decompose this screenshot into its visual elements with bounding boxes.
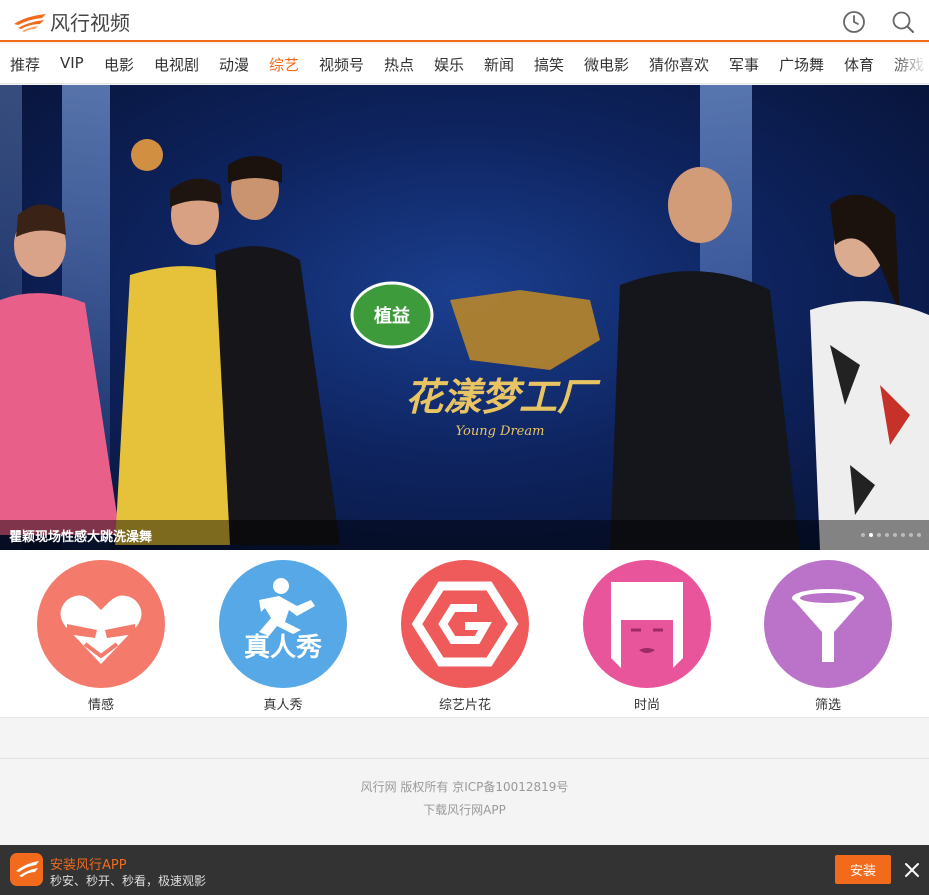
category-fashion[interactable]: 时尚 [577,560,717,713]
nav-item-tuijian[interactable]: 推荐 [10,54,40,75]
heart-hands-icon [37,560,165,688]
nav-item-funny[interactable]: 搞笑 [534,54,564,75]
show-title-text: 花漾梦工厂 [405,375,601,419]
app-bar-subtitle: 秒安、秒开、秒看，极速观影 [50,874,207,888]
category-label: 真人秀 [263,698,303,713]
slide-dot-active[interactable] [869,533,873,537]
slide-dot[interactable] [909,533,913,537]
show-sub-text: Young Dream [456,424,545,439]
nav-item-square-dance[interactable]: 广场舞 [779,54,824,75]
fengxing-logo-icon [14,14,46,32]
category-filter[interactable]: 筛选 [758,560,898,713]
slide-dot[interactable] [901,533,905,537]
search-icon[interactable] [891,10,915,34]
nav-item-anime[interactable]: 动漫 [219,54,249,75]
nav-fade [889,44,929,83]
site-logo[interactable]: 风行视频 [12,8,130,35]
funnel-icon [764,560,892,688]
slide-dot[interactable] [893,533,897,537]
category-reality-show[interactable]: 真人秀 真人秀 [213,560,353,713]
nav-item-movie[interactable]: 电影 [104,54,134,75]
close-icon[interactable] [904,862,920,878]
hexagon-g-icon [401,560,529,688]
app-bar-title: 安装风行APP [50,858,127,873]
nav-item-hot[interactable]: 热点 [384,54,414,75]
logo-text: 风行视频 [50,10,130,35]
category-shortcuts: 情感 真人秀 真人秀 综艺片花 时尚 筛选 [0,550,929,718]
category-emotion[interactable]: 情感 [31,560,171,713]
nav-item-micro-film[interactable]: 微电影 [584,54,629,75]
app-icon [10,853,43,886]
banner-caption-bar: 瞿颖现场性感大跳洗澡舞 [0,520,929,550]
slide-indicator [861,533,921,537]
show-logo-graphic: 植益 花漾梦工厂 Young Dream [350,281,601,439]
nav-item-military[interactable]: 军事 [729,54,759,75]
nav-item-tv-series[interactable]: 电视剧 [154,54,199,75]
download-app-link[interactable]: 下载风行网APP [0,801,929,818]
nav-item-news[interactable]: 新闻 [484,54,514,75]
copyright-text: 风行网 版权所有 京ICP备10012819号 [360,780,569,794]
slide-dot[interactable] [861,533,865,537]
top-header: 风行视频 [0,0,929,42]
woman-face-icon [583,560,711,688]
install-app-bar: 安装风行APP 秒安、秒开、秒看，极速观影 安装 [0,845,929,895]
category-label: 时尚 [633,698,660,713]
nav-item-vip[interactable]: VIP [60,54,84,72]
category-label: 情感 [87,698,114,713]
nav-item-guess-you-like[interactable]: 猜你喜欢 [649,54,709,75]
hero-banner[interactable]: 植益 花漾梦工厂 Young Dream 瞿颖现场性感大跳洗澡舞 [0,85,929,550]
install-button[interactable]: 安装 [835,855,891,884]
category-nav: 推荐 VIP 电影 电视剧 动漫 综艺 视频号 热点 娱乐 新闻 搞笑 微电影 … [0,44,929,84]
page-footer: 风行网 版权所有 京ICP备10012819号 下载风行网APP [0,758,929,848]
slide-dot[interactable] [877,533,881,537]
slide-dot[interactable] [917,533,921,537]
category-variety-clips[interactable]: 综艺片花 [395,560,535,713]
running-man-icon: 真人秀 [219,560,347,688]
category-label: 综艺片花 [438,698,491,713]
clock-icon[interactable] [842,10,866,34]
nav-item-sports[interactable]: 体育 [844,54,874,75]
reality-show-icon-text: 真人秀 [244,633,322,663]
nav-item-variety[interactable]: 综艺 [269,54,299,75]
category-label: 筛选 [814,698,841,713]
slide-dot[interactable] [885,533,889,537]
sponsor-text: 植益 [374,305,410,327]
nav-item-entertainment[interactable]: 娱乐 [434,54,464,75]
nav-item-video-account[interactable]: 视频号 [319,54,364,75]
banner-caption[interactable]: 瞿颖现场性感大跳洗澡舞 [9,526,152,545]
